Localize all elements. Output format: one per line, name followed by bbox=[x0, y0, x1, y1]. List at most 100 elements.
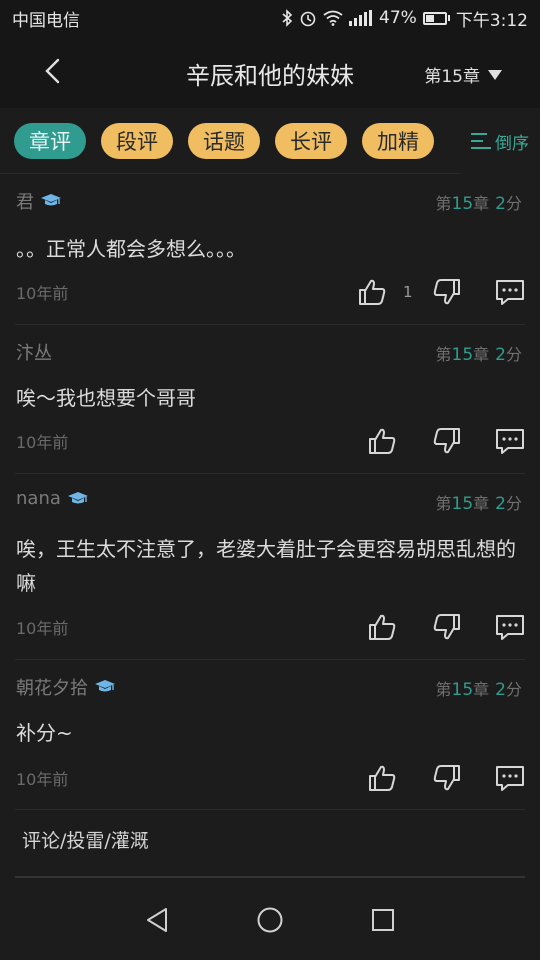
square-recents-icon bbox=[372, 909, 395, 931]
footer-divider bbox=[15, 876, 525, 878]
chapter-suffix: 章 bbox=[473, 194, 490, 213]
thumbs-up-icon bbox=[366, 428, 398, 461]
dislike-button[interactable] bbox=[431, 611, 463, 643]
chapter-suffix: 章 bbox=[473, 680, 490, 699]
dislike-button[interactable] bbox=[431, 276, 463, 308]
back-button[interactable] bbox=[36, 54, 70, 88]
chapter-label: 第15章 bbox=[424, 67, 480, 87]
header: 辛辰和他的妹妹 第15章 bbox=[0, 36, 540, 108]
like-button[interactable] bbox=[366, 425, 398, 457]
comment-bubble-icon bbox=[494, 429, 526, 461]
chapter-suffix: 章 bbox=[473, 345, 490, 364]
score-value: 2 bbox=[495, 494, 506, 514]
chapter-prefix: 第 bbox=[435, 194, 452, 213]
comment-time: 10年前 bbox=[16, 433, 69, 452]
chapter-number: 15 bbox=[451, 194, 474, 214]
comment-user[interactable]: nana bbox=[16, 488, 89, 509]
comment-divider bbox=[15, 809, 525, 810]
thumbs-down-icon bbox=[431, 614, 463, 647]
signal-icon bbox=[349, 10, 373, 26]
graduation-cap-icon bbox=[95, 680, 115, 692]
comment-username: 君 bbox=[16, 192, 34, 213]
dislike-button[interactable] bbox=[431, 762, 463, 794]
chapter-prefix: 第 bbox=[435, 680, 452, 699]
like-button[interactable] bbox=[366, 611, 398, 643]
score-unit: 分 bbox=[505, 680, 522, 699]
comment-username: nana bbox=[16, 488, 61, 509]
like-button[interactable] bbox=[366, 762, 398, 794]
triangle-down-icon bbox=[488, 69, 502, 80]
comment-item: 君 第15章 2分。。正常人都会多想么。。。 10年前 1 bbox=[0, 174, 540, 325]
battery-percent: 47% bbox=[379, 8, 417, 28]
chapter-select[interactable]: 第15章 bbox=[424, 62, 502, 87]
tab-0[interactable]: 章评 bbox=[14, 122, 86, 159]
tab-2[interactable]: 话题 bbox=[188, 122, 260, 159]
thumbs-up-icon bbox=[356, 279, 388, 312]
score-value: 2 bbox=[495, 194, 506, 214]
dislike-button[interactable] bbox=[431, 425, 463, 457]
thumbs-up-icon bbox=[366, 614, 398, 647]
comment-user[interactable]: 君 bbox=[16, 188, 62, 214]
like-count: 1 bbox=[403, 283, 413, 301]
comment-bubble-icon bbox=[494, 615, 526, 647]
comment-time: 10年前 bbox=[16, 770, 69, 789]
filter-bar: 章评 段评 话题 长评 加精 倒序 bbox=[0, 108, 540, 174]
chapter-prefix: 第 bbox=[435, 494, 452, 513]
reply-button[interactable] bbox=[494, 762, 526, 794]
tab-3[interactable]: 长评 bbox=[275, 122, 347, 159]
comment-chapter-score: 第15章 2分 bbox=[435, 676, 522, 700]
comment-time: 10年前 bbox=[16, 284, 69, 303]
comment-bubble-icon bbox=[494, 280, 526, 312]
comment-text: 唉，王生太不注意了，老婆大着肚子会更容易胡思乱想的嘛 bbox=[16, 537, 516, 595]
comment-time: 10年前 bbox=[16, 619, 69, 638]
status-icons: 47% 下午3:12 bbox=[281, 6, 528, 31]
score-value: 2 bbox=[495, 345, 506, 365]
chapter-number: 15 bbox=[451, 345, 474, 365]
tab-1[interactable]: 段评 bbox=[101, 122, 173, 159]
comment-user[interactable]: 朝花夕拾 bbox=[16, 674, 116, 700]
thumbs-up-icon bbox=[366, 765, 398, 798]
graduation-cap-icon bbox=[67, 491, 88, 503]
chapter-prefix: 第 bbox=[435, 345, 452, 364]
reply-button[interactable] bbox=[494, 425, 526, 457]
reply-button[interactable] bbox=[494, 276, 526, 308]
alarm-icon bbox=[300, 11, 316, 27]
comment-username: 汴丛 bbox=[16, 343, 52, 364]
status-bar: 中国电信 47% 下午3:12 bbox=[0, 0, 540, 36]
thumbs-down-icon bbox=[431, 279, 463, 312]
comment-username: 朝花夕拾 bbox=[16, 678, 88, 699]
sort-toggle[interactable]: 倒序 bbox=[460, 108, 540, 174]
battery-icon bbox=[422, 11, 450, 25]
nav-recents-button[interactable] bbox=[363, 900, 403, 940]
filter-tabs: 章评 段评 话题 长评 加精 bbox=[14, 122, 460, 159]
bluetooth-icon bbox=[282, 9, 293, 27]
comment-text: 唉～我也想要个哥哥 bbox=[16, 386, 196, 410]
reply-button[interactable] bbox=[494, 611, 526, 643]
comment-chapter-score: 第15章 2分 bbox=[435, 190, 522, 214]
thumbs-down-icon bbox=[431, 428, 463, 461]
comment-user[interactable]: 汴丛 bbox=[16, 339, 52, 365]
comment-bubble-icon bbox=[494, 766, 526, 798]
chapter-number: 15 bbox=[451, 494, 474, 514]
like-button[interactable] bbox=[356, 276, 388, 308]
carrier-label: 中国电信 bbox=[12, 10, 80, 31]
clock-time: 下午3:12 bbox=[455, 10, 528, 31]
comment-item: 朝花夕拾 第15章 2分补分~ 10年前 bbox=[0, 660, 540, 810]
comment-text: 。。正常人都会多想么。。。 bbox=[16, 237, 246, 261]
circle-home-icon bbox=[257, 907, 283, 933]
nav-back-button[interactable] bbox=[137, 900, 177, 940]
tab-4[interactable]: 加精 bbox=[362, 122, 434, 159]
wifi-icon bbox=[323, 10, 343, 26]
battery-fill bbox=[425, 14, 435, 22]
nav-home-button[interactable] bbox=[250, 900, 290, 940]
comment-entry-link[interactable]: 评论/投雷/灌溉 bbox=[22, 826, 149, 853]
score-unit: 分 bbox=[505, 345, 522, 364]
sort-lines-icon bbox=[471, 133, 491, 149]
comment-chapter-score: 第15章 2分 bbox=[435, 341, 522, 365]
score-unit: 分 bbox=[505, 194, 522, 213]
comment-text: 补分~ bbox=[16, 721, 73, 745]
thumbs-down-icon bbox=[431, 765, 463, 798]
system-nav-bar bbox=[0, 880, 540, 960]
chapter-number: 15 bbox=[451, 680, 474, 700]
triangle-back-icon bbox=[146, 908, 167, 932]
